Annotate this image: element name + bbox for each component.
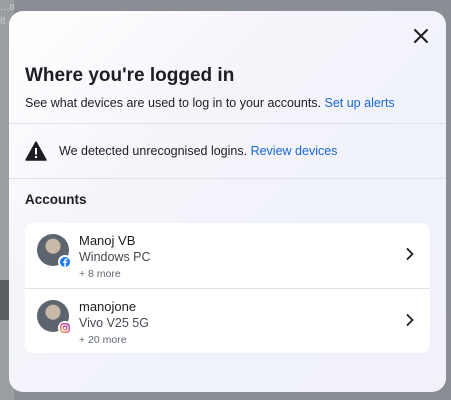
divider <box>9 123 446 124</box>
review-devices-link[interactable]: Review devices <box>251 144 338 158</box>
account-name: Manoj VB <box>79 233 136 248</box>
logged-in-dialog: Where you're logged in See what devices … <box>9 11 446 392</box>
close-button[interactable] <box>410 25 432 47</box>
account-name: manojone <box>79 299 137 314</box>
account-device: Vivo V25 5G <box>79 316 149 330</box>
chevron-right-icon <box>404 247 416 261</box>
warning-banner: We detected unrecognised logins. Review … <box>25 140 337 162</box>
warning-triangle-icon <box>25 141 47 161</box>
account-row-manojone[interactable]: manojone Vivo V25 5G + 20 more <box>25 289 430 353</box>
accounts-list: Manoj VB Windows PC + 8 more manojone Vi… <box>25 223 430 353</box>
divider <box>9 178 446 179</box>
set-up-alerts-link[interactable]: Set up alerts <box>325 96 395 110</box>
accounts-heading: Accounts <box>25 192 87 207</box>
account-more-count: + 20 more <box>79 334 127 346</box>
chevron-right-icon <box>404 313 416 327</box>
account-device: Windows PC <box>79 250 151 264</box>
dialog-subtitle: See what devices are used to log in to y… <box>25 96 395 110</box>
close-icon <box>414 29 428 43</box>
subtitle-text: See what devices are used to log in to y… <box>25 96 322 110</box>
warning-text: We detected unrecognised logins. Review … <box>59 144 337 158</box>
facebook-icon <box>58 255 72 269</box>
instagram-icon <box>58 321 72 335</box>
account-row-manoj-vb[interactable]: Manoj VB Windows PC + 8 more <box>25 223 430 289</box>
warning-message: We detected unrecognised logins. <box>59 144 248 158</box>
dialog-title: Where you're logged in <box>25 65 235 86</box>
account-more-count: + 8 more <box>79 268 121 280</box>
background-line: ...and <box>0 1 14 13</box>
